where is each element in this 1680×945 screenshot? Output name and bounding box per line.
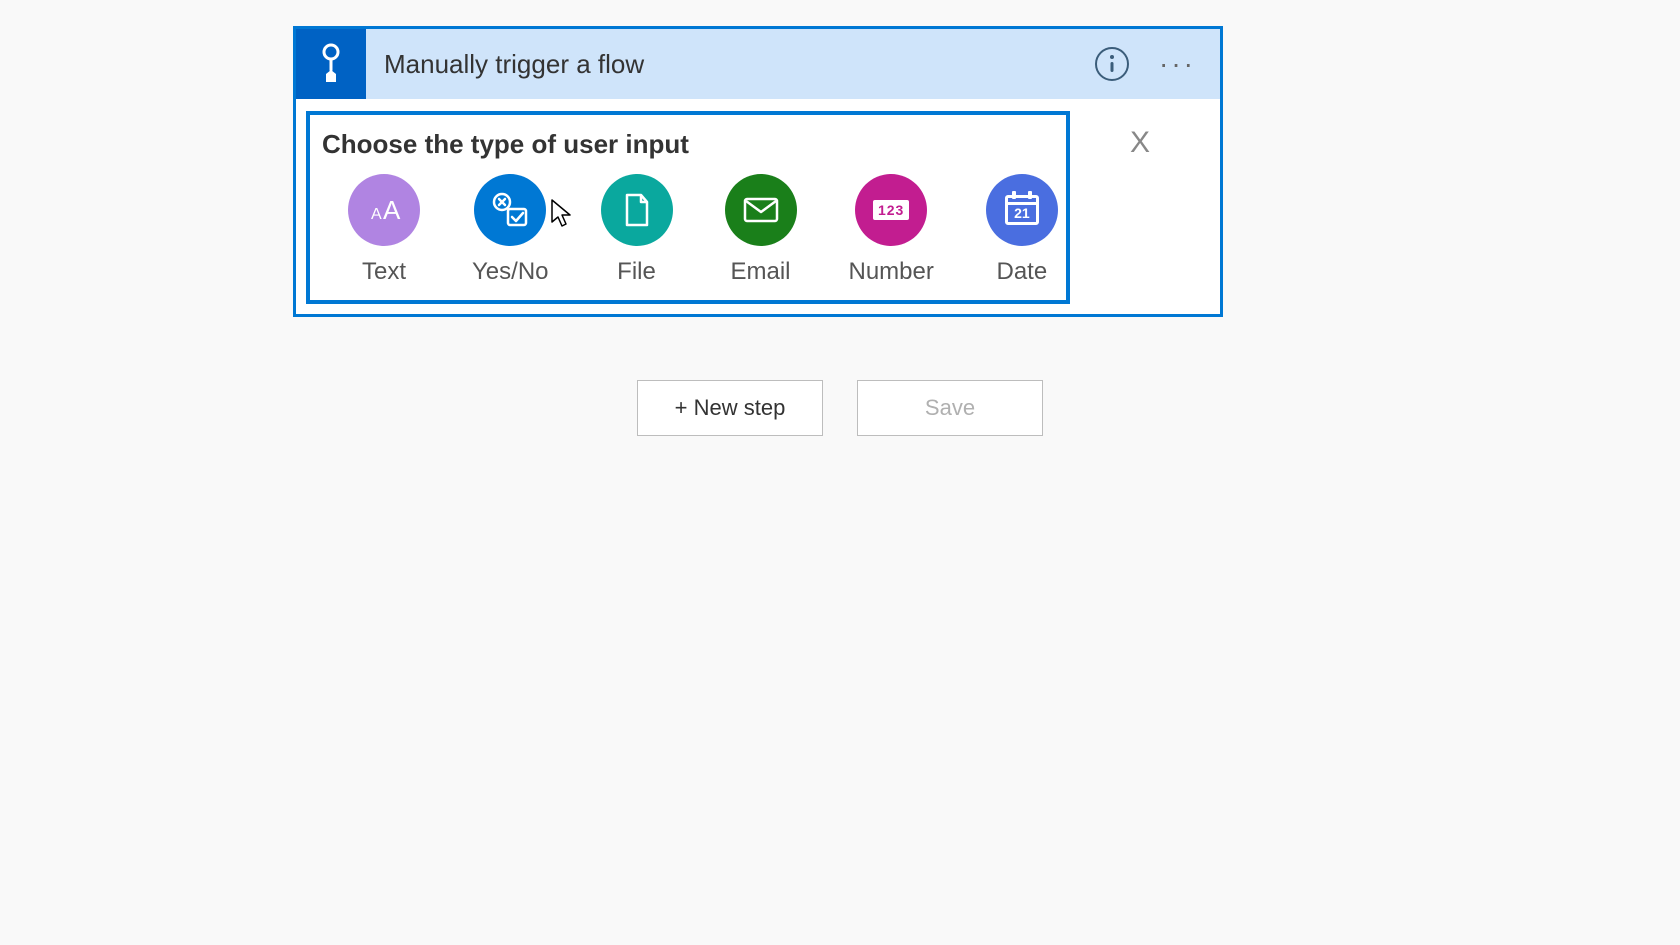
- new-step-button[interactable]: + New step: [637, 380, 823, 436]
- svg-text:A: A: [371, 206, 382, 223]
- input-type-file[interactable]: File: [601, 174, 673, 286]
- input-type-email[interactable]: Email: [725, 174, 797, 286]
- email-icon: [725, 174, 797, 246]
- option-label: Date: [997, 258, 1048, 286]
- number-icon: 123: [855, 174, 927, 246]
- card-title: Manually trigger a flow: [366, 49, 1095, 80]
- input-type-panel: Choose the type of user input A A Text: [306, 111, 1070, 304]
- info-button[interactable]: [1095, 47, 1129, 81]
- file-icon: [601, 174, 673, 246]
- input-type-number[interactable]: 123 Number: [849, 174, 934, 286]
- panel-title: Choose the type of user input: [322, 129, 1054, 160]
- option-label: Text: [362, 258, 406, 286]
- save-button[interactable]: Save: [857, 380, 1043, 436]
- input-type-options: A A Text: [318, 174, 1058, 286]
- option-label: Yes/No: [472, 258, 549, 286]
- header-actions: ···: [1095, 44, 1220, 84]
- option-label: Number: [849, 258, 934, 286]
- yesno-icon: [474, 174, 546, 246]
- close-column: X: [1070, 111, 1210, 304]
- card-header: Manually trigger a flow ···: [296, 29, 1220, 99]
- flow-actions: + New step Save: [0, 380, 1680, 436]
- trigger-card: Manually trigger a flow ··· Choose the t…: [293, 26, 1223, 317]
- input-type-date[interactable]: 21 Date: [986, 174, 1058, 286]
- more-options-button[interactable]: ···: [1153, 44, 1202, 84]
- input-type-text[interactable]: A A Text: [348, 174, 420, 286]
- svg-text:A: A: [383, 195, 401, 225]
- input-type-yesno[interactable]: Yes/No: [472, 174, 549, 286]
- option-label: File: [617, 258, 656, 286]
- trigger-icon: [296, 29, 366, 99]
- text-icon: A A: [348, 174, 420, 246]
- close-panel-button[interactable]: X: [1124, 125, 1156, 161]
- date-icon: 21: [986, 174, 1058, 246]
- option-label: Email: [730, 258, 790, 286]
- card-body: Choose the type of user input A A Text: [296, 99, 1220, 314]
